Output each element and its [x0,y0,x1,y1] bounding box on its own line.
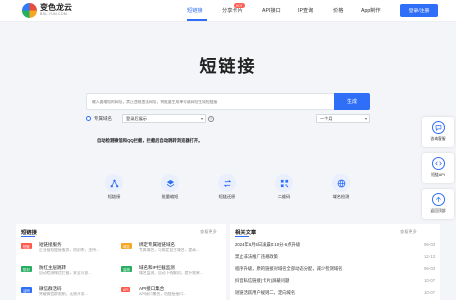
news-date: 10-07 [424,278,435,283]
login-register-button[interactable]: 登录/注册 [400,4,438,17]
news-item[interactable]: 程序升级，原的链接对域名全部动态分配，减少检测域名 06-03 [235,266,435,278]
tool-tag: 短链 [21,243,32,249]
top-navbar: 变色龙云 BSL.YUN.COM 短链接 分享卡片 HOT API接口 IP查询… [0,0,456,22]
short-link-api-button[interactable]: 短链API [422,153,454,183]
logo-mark-icon [22,3,37,18]
feature-label: 批量缩短 [161,194,179,199]
news-title: 短链活跃用户规则二，定向域名 [235,290,296,295]
custom-domain-radio[interactable] [86,116,91,121]
tool-desc: 自动检测微信拦截，安全可靠... [39,271,92,275]
code-icon [431,157,445,170]
chevron-down-icon: ▾ [200,116,203,121]
nav-active-indicator [187,19,207,21]
back-to-top-button[interactable]: 返回顶部 [422,189,454,219]
share-icon [105,174,123,192]
panel-title-underline [21,236,35,237]
news-date: 10-07 [424,290,435,295]
feature-list: 短链接 批量缩短 短链还原 二维码 域名检测 [0,174,456,204]
custom-domain-label: 专属域名 [94,116,112,121]
panel-title-underline [235,236,249,237]
page-title: 短链接 [199,57,257,76]
tools-panel-title: 短链接 [21,230,37,236]
generate-button[interactable]: 生成 [334,93,370,110]
nav-share-card[interactable]: 分享卡片 [222,7,243,14]
news-date: 06-03 [424,266,435,271]
tool-desc: API接口集合，短链接接口... [139,292,187,296]
globe-icon [332,174,350,192]
nav-app-builder[interactable]: App制作 [361,7,381,14]
tool-item[interactable]: 活码 微信群活码 突破微信群限制，无需开发... [21,286,121,300]
feature-label: 二维码 [277,194,291,199]
tool-desc: 专属域名，可绑定自主域名，提高... [139,248,200,252]
tool-desc: 企业级短链接服务，防封杀，支持... [39,248,100,252]
tools-panel: 短链接 查看更多 短链 短链接服务 企业级短链接服务，防封杀，支持... 域名 … [16,224,226,300]
help-icon[interactable]: ? [208,116,214,122]
tool-item[interactable]: 域名 绑定专属短链域名 专属域名，可绑定自主域名，提高... [121,242,221,258]
url-input[interactable] [86,93,334,110]
domain-select-value: 登录后展示 [126,115,147,121]
nav-ip-query[interactable]: IP查询 [298,7,313,14]
chevron-down-icon: ▾ [364,116,367,121]
tool-item[interactable]: 短链 短链接服务 企业级短链接服务，防封杀，支持... [21,242,121,258]
feature-batch[interactable]: 批量缩短 [150,174,190,200]
customer-service-button[interactable]: 咨询客服 [422,117,454,147]
tool-tag: 监测 [121,266,132,272]
feature-restore[interactable]: 短链还原 [207,174,247,200]
domain-select[interactable]: 登录后展示 ▾ [122,114,206,123]
options-row: 专属域名 登录后展示 ▾ ? 一个月 ▾ [86,114,370,124]
chat-icon [431,121,445,134]
tool-desc: 域名监测，自动下线解封，提升效果... [139,271,203,275]
tool-item[interactable]: 监测 域名和IP拦截监测 域名监测，自动下线解封，提升效果... [121,265,221,281]
news-more-link[interactable]: 查看更多 [400,229,417,235]
tools-more-link[interactable]: 查看更多 [200,229,217,235]
float-label: 咨询客服 [430,137,446,141]
news-item[interactable]: 抖音私信链接(卡片)屏蔽问题 10-07 [235,278,435,290]
nav-short-link[interactable]: 短链接 [187,7,203,14]
news-panel: 相关文章 查看更多 2024年6月5日凌晨0:10分-6点升级 06-03 禁止… [230,224,440,300]
hot-badge: HOT [234,3,245,8]
feature-domain-check[interactable]: 域名检测 [321,174,361,200]
duration-select-value: 一个月 [320,115,333,121]
news-item[interactable]: 短链活跃用户规则二，定向域名 10-07 [235,290,435,300]
nav-api[interactable]: API接口 [262,7,281,14]
news-title: 禁止非法推广违规政策 [235,254,278,259]
feature-label: 域名检测 [332,194,350,199]
logo-name: 变色龙云 [40,3,72,13]
nav-pricing[interactable]: 价格 [333,7,343,14]
tool-tag: 活码 [21,287,32,293]
float-label: 短链API [431,173,445,177]
tool-item[interactable]: 防封 防红主层跳转 自动检测微信拦截，安全可靠... [21,265,121,281]
news-date: 12-13 [424,254,435,259]
feature-label: 短链接 [107,194,121,199]
floating-sidebar: 咨询客服 短链API 返回顶部 [422,117,454,219]
tool-tag: 防封 [21,266,32,272]
news-item[interactable]: 禁止非法推广违规政策 12-13 [235,254,435,266]
tool-tag: 域名 [121,243,132,249]
news-panel-title: 相关文章 [235,230,257,236]
intercept-notice: 自动检测微信和QQ拦截，拦截后自动跳转浏览器打开。 [97,138,203,143]
logo[interactable]: 变色龙云 BSL.YUN.COM [22,3,72,18]
duration-select[interactable]: 一个月 ▾ [316,114,370,123]
tool-desc: 突破微信群限制，无需开发... [39,292,88,296]
qrcode-icon [275,174,293,192]
news-title: 抖音私信链接(卡片)屏蔽问题 [235,278,290,283]
feature-short-link[interactable]: 短链接 [94,174,134,200]
news-title: 2024年6月5日凌晨0:10分-6点升级 [235,242,301,247]
tool-item[interactable]: API API接口集合 API接口集合，短链接接口... [121,286,221,300]
news-date: 06-03 [424,242,435,247]
float-label: 返回顶部 [430,209,446,213]
news-title: 程序升级，原的链接对域名全部动态分配，减少检测域名 [235,266,343,271]
feature-label: 短链还原 [218,194,236,199]
arrow-up-icon [431,193,445,206]
swap-icon [218,174,236,192]
logo-domain: BSL.YUN.COM [40,12,67,17]
news-item[interactable]: 2024年6月5日凌晨0:10分-6点升级 06-03 [235,242,435,254]
layers-icon [161,174,179,192]
tool-tag: API [121,287,131,292]
feature-qrcode[interactable]: 二维码 [264,174,304,200]
